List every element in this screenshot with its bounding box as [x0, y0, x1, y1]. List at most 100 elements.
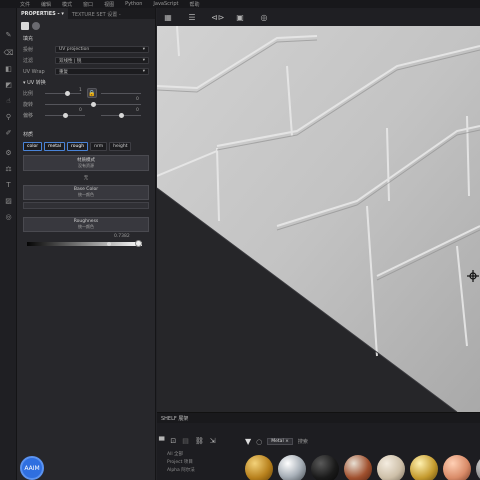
- search-icon[interactable]: ○: [256, 438, 262, 446]
- channel-rough[interactable]: rough: [67, 142, 89, 151]
- metal-tag[interactable]: Metal ×: [267, 438, 293, 445]
- menu-window[interactable]: 窗口: [83, 1, 93, 8]
- image-icon[interactable]: ▨: [4, 196, 13, 205]
- camera-icon[interactable]: ◎: [4, 212, 13, 221]
- shelf-title: SHELF 展架: [157, 413, 480, 423]
- channel-color[interactable]: color: [23, 142, 43, 151]
- filter-icon[interactable]: ▼: [245, 437, 251, 446]
- shelf-categories: All 全部 Project 项目 Alpha 阿尔法: [167, 451, 195, 475]
- material-brass-thumbnail[interactable]: [410, 455, 438, 480]
- chevron-down-icon: ▾: [142, 69, 145, 74]
- tab-properties[interactable]: PROPERTIES - ▾: [17, 8, 68, 19]
- frame-icon[interactable]: ▣: [235, 13, 245, 22]
- folder-icon[interactable]: ▀: [159, 437, 164, 445]
- menu-view[interactable]: 视图: [104, 1, 114, 8]
- offset-handle-u[interactable]: [63, 113, 68, 118]
- properties-panel: PROPERTIES - ▾ TEXTURE SET 设置 - 填充 投射 UV…: [17, 8, 168, 480]
- base-color-swatch[interactable]: [23, 202, 149, 209]
- tab-texture-set[interactable]: TEXTURE SET 设置 -: [68, 8, 125, 19]
- measure-icon[interactable]: ⚖: [4, 164, 13, 173]
- material-gold-thumbnail[interactable]: [245, 455, 273, 480]
- lock-icon[interactable]: 🔒: [87, 88, 97, 98]
- base-color-button[interactable]: Base Color 统一颜色: [23, 185, 149, 200]
- projection-select[interactable]: UV projection ▾: [55, 46, 149, 53]
- menu-mode[interactable]: 模式: [62, 1, 72, 8]
- offset-handle-v[interactable]: [119, 113, 124, 118]
- menu-file[interactable]: 文件: [20, 1, 30, 8]
- new-folder-icon[interactable]: ⊡: [170, 437, 176, 445]
- rotation-label: 旋转: [23, 102, 34, 108]
- chevron-down-icon: ▾: [142, 58, 145, 63]
- shelf-panel: SHELF 展架 ▀ ⊡ ▤ ⛓ ⇲ ▼ ○ Metal × 搜索 All 全部…: [157, 412, 480, 480]
- category-project[interactable]: Project 项目: [167, 459, 195, 467]
- link-icon[interactable]: ⛓: [195, 437, 204, 445]
- clone-icon[interactable]: ⚲: [4, 112, 13, 121]
- projection-value: UV projection: [59, 47, 90, 52]
- projection-icon[interactable]: ◧: [4, 64, 13, 73]
- material-painted-thumbnail[interactable]: [344, 455, 372, 480]
- channel-metal[interactable]: metal: [44, 142, 66, 151]
- material-thumbnails: [245, 455, 480, 480]
- camera-settings-icon[interactable]: ◎: [259, 13, 269, 22]
- shelf-toolbar: ▀ ⊡ ▤ ⛓ ⇲: [159, 437, 216, 445]
- menu-python[interactable]: Python: [125, 1, 142, 7]
- viewport-3d[interactable]: [157, 26, 480, 412]
- category-all[interactable]: All 全部: [167, 451, 195, 459]
- uv-transform-title[interactable]: ▾ UV 转换: [17, 77, 155, 88]
- channel-height[interactable]: height: [109, 142, 132, 151]
- text-icon[interactable]: T: [4, 180, 13, 189]
- scale-handle[interactable]: [65, 91, 70, 96]
- eraser-icon[interactable]: ⌫: [4, 48, 14, 57]
- material-chrome-thumbnail[interactable]: [278, 455, 306, 480]
- offset-value-u: 0: [79, 108, 82, 113]
- material-sphere-icon[interactable]: [32, 22, 40, 30]
- uvwrap-label: UV Wrap: [23, 68, 45, 75]
- roughness-gradient[interactable]: [27, 242, 142, 246]
- filter-row: 过滤 双线性 | 锐 ▾: [17, 55, 155, 66]
- filter-label: 过滤: [23, 58, 34, 64]
- uvwrap-row: UV Wrap 重复 ▾: [17, 66, 155, 77]
- rotation-handle[interactable]: [91, 102, 96, 107]
- uvwrap-value: 重复: [59, 69, 68, 75]
- material-black-thumbnail[interactable]: [311, 455, 339, 480]
- picker-icon[interactable]: ✐: [4, 128, 13, 137]
- roughness-button[interactable]: Roughness 统一颜色: [23, 217, 149, 232]
- scale-row: 比例 1 🔒: [17, 88, 155, 99]
- settings-icon[interactable]: ⚙: [4, 148, 13, 157]
- filter-select[interactable]: 双线性 | 锐 ▾: [55, 57, 149, 64]
- menu-bar: 文件 编辑 模式 窗口 视图 Python JavaScript 帮助: [0, 0, 480, 8]
- projection-row: 投射 UV projection ▾: [17, 44, 155, 55]
- material-mode-button[interactable]: 材质模式 没有资源: [23, 155, 149, 171]
- material-skin-thumbnail[interactable]: [443, 455, 471, 480]
- filter-value: 双线性 | 锐: [59, 58, 82, 64]
- roughness-sub: 统一颜色: [78, 224, 94, 229]
- search-input[interactable]: 搜索: [298, 438, 308, 445]
- layer-properties-icon[interactable]: [21, 22, 29, 30]
- grid-icon[interactable]: ▦: [163, 13, 173, 22]
- category-alpha[interactable]: Alpha 阿尔法: [167, 467, 195, 475]
- stone-wall-render: [157, 26, 480, 412]
- channel-nrm[interactable]: nrm: [90, 142, 108, 151]
- material-ivory-thumbnail[interactable]: [377, 455, 405, 480]
- menu-edit[interactable]: 编辑: [41, 1, 51, 8]
- color-picker-icon[interactable]: [135, 240, 142, 247]
- folder-grey-icon[interactable]: ▤: [182, 437, 189, 445]
- roughness-handle[interactable]: [107, 242, 111, 246]
- no-resource-label: 无: [83, 176, 89, 181]
- paint-brush-icon[interactable]: ✎: [4, 30, 13, 39]
- material-steel-thumbnail[interactable]: [476, 455, 480, 480]
- shelf-filter-row: ▼ ○ Metal × 搜索: [245, 437, 308, 446]
- import-icon[interactable]: ⇲: [210, 437, 216, 445]
- scale-track-2[interactable]: [101, 93, 141, 94]
- symmetry-icon[interactable]: ⊲⊳: [211, 13, 224, 22]
- scale-label: 比例: [23, 91, 34, 97]
- menu-help[interactable]: 帮助: [190, 1, 200, 8]
- avatar[interactable]: AAIM: [20, 456, 44, 480]
- roughness-slider-row: 0.7382: [17, 234, 155, 250]
- uvwrap-select[interactable]: 重复 ▾: [55, 68, 149, 75]
- smudge-icon[interactable]: ☝: [4, 96, 13, 105]
- geometry-fill-icon[interactable]: ◩: [4, 80, 13, 89]
- list-icon[interactable]: ☰: [187, 13, 197, 22]
- menu-javascript[interactable]: JavaScript: [153, 1, 178, 7]
- scale-track[interactable]: [45, 93, 81, 94]
